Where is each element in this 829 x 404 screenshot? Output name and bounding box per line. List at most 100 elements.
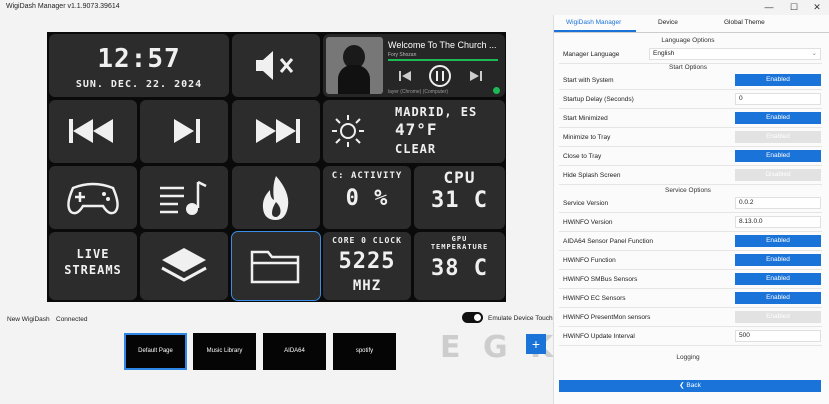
- album-art: [326, 37, 383, 94]
- pause-icon: [429, 65, 451, 87]
- media-tile[interactable]: Welcome To The Church ... Fory Shozan la…: [323, 34, 505, 97]
- row-label: HWiNFO Version: [563, 219, 613, 226]
- row-label: Manager Language: [563, 51, 620, 58]
- close-button[interactable]: ✕: [805, 1, 829, 14]
- toggle-button[interactable]: Enabled: [735, 292, 821, 304]
- toggle-button[interactable]: Enabled: [735, 150, 821, 162]
- clock-tile[interactable]: 12:57 SUN. DEC. 22. 2024: [49, 34, 229, 97]
- settings-row: AIDA64 Sensor Panel Function Enabled: [559, 233, 822, 251]
- fire-tile[interactable]: [232, 166, 320, 229]
- c-activity-tile[interactable]: C: ACTIVITY 0 %: [323, 166, 411, 229]
- toggle-button[interactable]: Enabled: [735, 254, 821, 266]
- settings-row: HWiNFO Function Enabled: [559, 252, 822, 270]
- row-label: HWiNFO SMBus Sensors: [563, 276, 638, 283]
- toggle-button[interactable]: Disabled: [735, 169, 821, 181]
- section-language: Language Options: [661, 37, 715, 44]
- settings-row: Startup Delay (Seconds) 0: [559, 91, 822, 109]
- connection-status: Connected: [56, 316, 88, 323]
- toggle-button[interactable]: Enabled: [735, 273, 821, 285]
- weather-tile[interactable]: MADRID, ES 47°F CLEAR: [323, 100, 505, 163]
- toggle-knob: [474, 314, 481, 321]
- maximize-button[interactable]: ☐: [782, 1, 806, 14]
- gaming-tile[interactable]: [49, 166, 137, 229]
- row-label: HWiNFO Update Interval: [563, 333, 635, 340]
- settings-row: Start Minimized Enabled: [559, 110, 822, 128]
- toggle-button[interactable]: Enabled: [735, 235, 821, 247]
- section-service: Service Options: [665, 187, 711, 194]
- media-source: layer (Chrome) (Computer): [388, 89, 449, 95]
- row-label: Start Minimized: [563, 115, 608, 122]
- cpu-tile[interactable]: CPU 31 C: [414, 166, 505, 229]
- scrollbar[interactable]: [822, 50, 828, 380]
- settings-row: Close to Tray Enabled: [559, 148, 822, 166]
- weather-temp: 47°F: [395, 120, 438, 139]
- add-page-button[interactable]: +: [526, 334, 546, 354]
- settings-panel: WigiDash Manager Device Global Theme Lan…: [553, 15, 829, 404]
- weather-condition: CLEAR: [395, 142, 437, 156]
- window-title: WigiDash Manager v1.1.9073.39614: [6, 3, 120, 10]
- folder-icon: [250, 250, 300, 284]
- fast-forward-icon: [256, 119, 300, 143]
- page-label: spotify: [355, 348, 374, 354]
- value-field[interactable]: 0: [735, 93, 821, 105]
- active-tab-indicator: [554, 30, 636, 32]
- progress-bar[interactable]: [388, 59, 498, 61]
- page-label: Music Library: [206, 348, 243, 354]
- previous-tile[interactable]: [49, 100, 137, 163]
- mute-tile[interactable]: [232, 34, 320, 97]
- folder-tile[interactable]: [231, 231, 321, 301]
- emulate-touch-label: Emulate Device Touch: [488, 315, 553, 322]
- page-label: AIDA64: [284, 348, 305, 354]
- emulate-touch-toggle[interactable]: [462, 312, 483, 323]
- play-next-tile[interactable]: [140, 100, 228, 163]
- tab-bar: WigiDash Manager Device Global Theme: [554, 15, 829, 33]
- playlist-tile[interactable]: [140, 166, 228, 229]
- gpu-temperature-tile[interactable]: GPU TEMPERATURE 38 C: [414, 232, 505, 300]
- page-label: Default Page: [138, 348, 173, 354]
- tab-device[interactable]: Device: [658, 19, 678, 26]
- value-field[interactable]: 500: [735, 330, 821, 342]
- minimize-button[interactable]: —: [757, 1, 781, 14]
- layers-tile[interactable]: [140, 232, 228, 300]
- language-select[interactable]: English ⌄: [649, 48, 821, 60]
- toggle-button[interactable]: Enabled: [735, 311, 821, 323]
- core-clock-label: CORE 0 CLOCK: [332, 236, 402, 245]
- value-field[interactable]: 0.0.2: [735, 197, 821, 209]
- settings-row: Service Version 0.0.2: [559, 195, 822, 213]
- toggle-button[interactable]: Enabled: [735, 131, 821, 143]
- settings-row: HWiNFO Update Interval 500: [559, 328, 822, 346]
- settings-row: HWiNFO PresentMon sensors Enabled: [559, 309, 822, 327]
- language-select-value: English: [653, 50, 675, 57]
- live-streams-tile[interactable]: LIVE STREAMS: [49, 232, 137, 300]
- row-label: Start with System: [563, 77, 614, 84]
- tab-wigidash-manager[interactable]: WigiDash Manager: [566, 19, 621, 26]
- core-clock-unit: MHZ: [352, 278, 382, 294]
- row-label: Service Version: [563, 200, 609, 207]
- c-activity-value: 0 %: [345, 186, 389, 211]
- value-field[interactable]: 8.13.0.0: [735, 216, 821, 228]
- row-label: Close to Tray: [563, 153, 602, 160]
- settings-row: Hide Splash Screen Disabled: [559, 167, 822, 185]
- title-bar: WigiDash Manager v1.1.9073.39614 — ☐ ✕: [0, 0, 829, 15]
- fast-forward-tile[interactable]: [232, 100, 320, 163]
- device-name: New WigiDash: [7, 316, 50, 323]
- page-default[interactable]: Default Page: [124, 333, 187, 370]
- section-logging: Logging: [676, 354, 700, 361]
- row-label: AIDA64 Sensor Panel Function: [563, 238, 653, 245]
- toggle-button[interactable]: Enabled: [735, 74, 821, 86]
- page-aida64[interactable]: AIDA64: [263, 333, 326, 370]
- cpu-label: CPU: [443, 168, 476, 187]
- tab-global-theme[interactable]: Global Theme: [724, 19, 765, 26]
- toggle-button[interactable]: Enabled: [735, 112, 821, 124]
- sun-icon: [332, 115, 364, 147]
- back-button[interactable]: ❮ Back: [559, 380, 821, 392]
- page-spotify[interactable]: spotify: [333, 333, 396, 370]
- settings-row: HWiNFO EC Sensors Enabled: [559, 290, 822, 308]
- row-label: HWiNFO EC Sensors: [563, 295, 626, 302]
- row-manager-language: Manager Language English ⌄: [559, 46, 822, 64]
- clock-date: SUN. DEC. 22. 2024: [75, 79, 203, 90]
- settings-row: Start with System Enabled: [559, 72, 822, 90]
- page-music-library[interactable]: Music Library: [193, 333, 256, 370]
- live-streams-label: LIVE STREAMS: [64, 247, 122, 277]
- core-clock-tile[interactable]: CORE 0 CLOCK 5225 MHZ: [323, 232, 411, 300]
